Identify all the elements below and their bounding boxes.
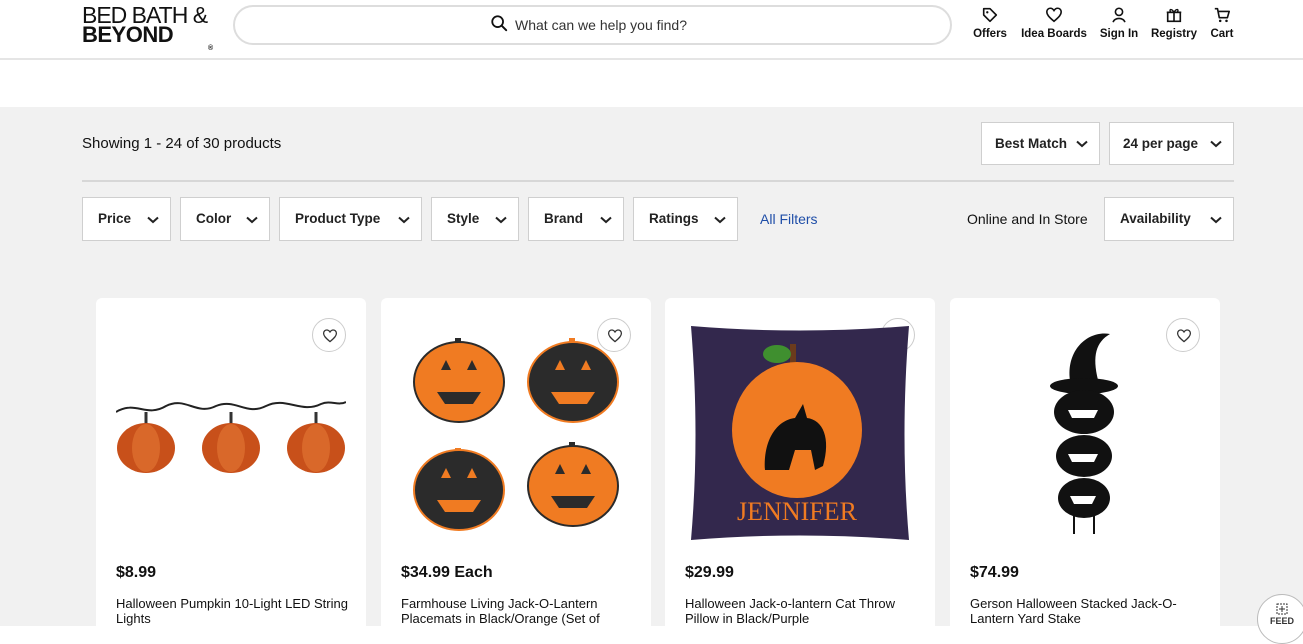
feedback-label: FEED — [1269, 616, 1294, 626]
bed-bath-beyond-logo[interactable]: BED BATH & BEYOND ® — [82, 4, 213, 53]
nav-sign-in[interactable]: Sign In — [1098, 6, 1140, 46]
product-card[interactable]: $8.99 Halloween Pumpkin 10-Light LED Str… — [96, 298, 366, 638]
product-image-stacked-jack-o-lantern-stake[interactable] — [970, 320, 1200, 546]
chevron-down-icon — [147, 216, 159, 224]
gift-icon — [1166, 8, 1182, 23]
tag-icon — [982, 7, 998, 23]
site-header: BED BATH & BEYOND ® Offers Idea Boards S… — [0, 0, 1303, 60]
chevron-down-icon — [1210, 216, 1222, 224]
product-name[interactable]: Farmhouse Living Jack-O-Lantern Placemat… — [401, 596, 633, 626]
online-in-store-toggle[interactable]: Online and In Store — [967, 211, 1088, 227]
filter-label: Price — [98, 211, 132, 226]
filter-style[interactable]: Style — [431, 197, 519, 241]
heart-icon — [1045, 7, 1063, 23]
product-price: $74.99 — [970, 564, 1019, 581]
nav-offers[interactable]: Offers — [970, 6, 1010, 46]
feedback-icon — [1276, 603, 1288, 615]
nav-label: Idea Boards — [1021, 28, 1087, 40]
nav-label: Cart — [1210, 28, 1234, 40]
filter-label: Brand — [544, 211, 584, 226]
filter-price[interactable]: Price — [82, 197, 171, 241]
product-name[interactable]: Halloween Jack-o-lantern Cat Throw Pillo… — [685, 596, 917, 626]
cart-icon — [1214, 7, 1231, 23]
per-page-dropdown[interactable]: 24 per page — [1109, 122, 1234, 165]
sort-dropdown[interactable]: Best Match — [981, 122, 1100, 165]
product-image-jack-o-lantern-placemats[interactable] — [401, 320, 631, 546]
product-card[interactable]: $34.99 Each Farmhouse Living Jack-O-Lant… — [381, 298, 651, 638]
search-bar[interactable] — [233, 5, 952, 45]
product-card[interactable]: $74.99 Gerson Halloween Stacked Jack-O-L… — [950, 298, 1220, 638]
pillow-name-text: JENNIFER — [737, 497, 858, 526]
results-count: Showing 1 - 24 of 30 products — [82, 135, 282, 152]
chevron-down-icon — [600, 216, 612, 224]
filter-label: Style — [447, 211, 480, 226]
nav-registry[interactable]: Registry — [1150, 6, 1198, 46]
all-filters-link[interactable]: All Filters — [760, 211, 818, 227]
per-page-value: 24 per page — [1123, 136, 1199, 151]
chevron-down-icon — [495, 216, 507, 224]
chevron-down-icon — [398, 216, 410, 224]
filter-label: Color — [196, 211, 232, 226]
filter-label: Product Type — [295, 211, 381, 226]
nav-label: Registry — [1150, 28, 1198, 40]
product-card[interactable]: JENNIFER $29.99 Halloween Jack-o-lantern… — [665, 298, 935, 638]
nav-cart[interactable]: Cart — [1206, 6, 1238, 46]
nav-label: Sign In — [1099, 28, 1139, 40]
nav-idea-boards[interactable]: Idea Boards — [1019, 6, 1089, 46]
sort-value: Best Match — [995, 136, 1068, 151]
filter-product-type[interactable]: Product Type — [279, 197, 422, 241]
filter-label: Ratings — [649, 211, 699, 226]
user-icon — [1112, 7, 1126, 23]
filter-label: Availability — [1120, 211, 1191, 226]
product-name[interactable]: Gerson Halloween Stacked Jack-O-Lantern … — [970, 596, 1202, 626]
feedback-button[interactable]: FEED — [1257, 594, 1303, 644]
nav-label: Offers — [973, 28, 1007, 40]
divider — [82, 180, 1234, 182]
chevron-down-icon — [1210, 140, 1222, 148]
product-image-pumpkin-lights[interactable] — [116, 320, 346, 546]
filter-ratings[interactable]: Ratings — [633, 197, 738, 241]
product-price: $34.99 Each — [401, 564, 493, 581]
search-input[interactable] — [515, 13, 915, 37]
chevron-down-icon — [1076, 140, 1088, 148]
product-image-cat-pillow[interactable]: JENNIFER — [685, 320, 915, 546]
filter-availability[interactable]: Availability — [1104, 197, 1234, 241]
product-name[interactable]: Halloween Pumpkin 10-Light LED String Li… — [116, 596, 348, 626]
chevron-down-icon — [246, 216, 258, 224]
search-icon[interactable] — [490, 14, 508, 32]
filter-brand[interactable]: Brand — [528, 197, 624, 241]
filter-color[interactable]: Color — [180, 197, 270, 241]
chevron-down-icon — [714, 216, 726, 224]
product-price: $8.99 — [116, 564, 157, 581]
product-price: $29.99 — [685, 564, 734, 581]
